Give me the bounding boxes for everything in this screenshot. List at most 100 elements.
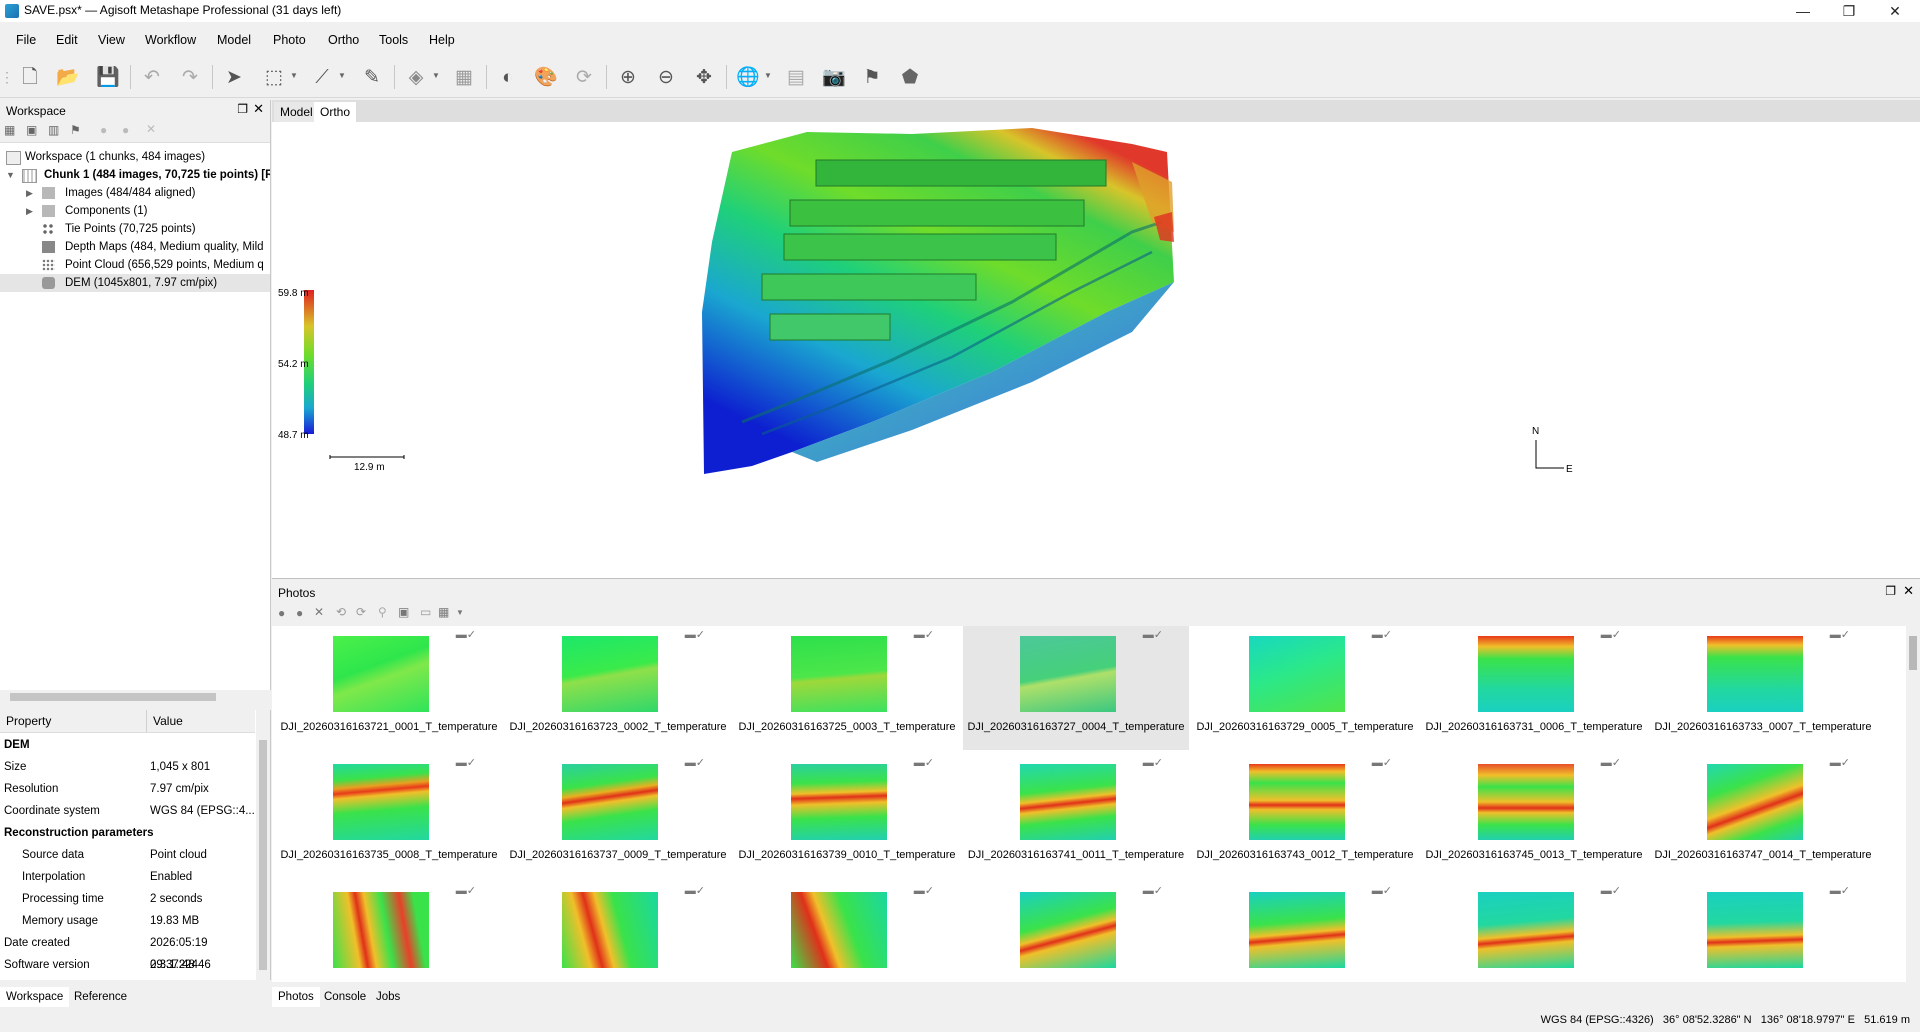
photo-thumbnail[interactable]: ▬✓ [1421, 882, 1647, 982]
menu-edit[interactable]: Edit [56, 33, 78, 47]
menu-tools[interactable]: Tools [379, 33, 408, 47]
add-photos-icon[interactable]: ▣ [26, 123, 37, 137]
view-mode-icon[interactable]: ▦ [438, 605, 449, 619]
tree-item-tie-points[interactable]: Tie Points (70,725 points) [0, 220, 270, 238]
photo-thumbnail[interactable]: ▬✓ [1192, 882, 1418, 982]
photo-thumbnail[interactable]: ▬✓ DJI_20260316163747_0014_T_temperature [1650, 754, 1876, 878]
photo-thumbnail[interactable]: ▬✓ DJI_20260316163741_0011_T_temperature [963, 754, 1189, 878]
value-column-header[interactable]: Value [153, 714, 183, 728]
photo-thumbnail[interactable]: ▬✓ DJI_20260316163737_0009_T_temperature [505, 754, 731, 878]
tab-photos[interactable]: Photos [272, 987, 320, 1007]
tree-item-depth-maps[interactable]: Depth Maps (484, Medium quality, Mild [0, 238, 270, 256]
workspace-horizontal-scrollbar[interactable] [0, 690, 270, 704]
photo-thumbnail[interactable]: ▬✓ [276, 882, 502, 982]
photo-thumbnail[interactable]: ▬✓ DJI_20260316163739_0010_T_temperature [734, 754, 960, 878]
expand-arrow-icon[interactable]: ▶ [26, 202, 33, 220]
filter-icon[interactable]: ⚲ [378, 605, 387, 619]
photo-thumbnail[interactable]: ▬✓ DJI_20260316163723_0002_T_temperature [505, 626, 731, 750]
remove-cameras-icon[interactable]: ✕ [314, 605, 324, 619]
tree-item-dem[interactable]: DEM (1045x801, 7.97 cm/pix) [0, 274, 270, 292]
photo-thumbnail[interactable]: ▬✓ DJI_20260316163733_0007_T_temperature [1650, 626, 1876, 750]
zoom-in-icon[interactable]: ⊕ [616, 65, 640, 89]
layer-dropdown-icon[interactable]: ▼ [432, 71, 440, 80]
flag-icon[interactable]: ⚑ [860, 65, 884, 89]
dem-layer-icon[interactable]: ◈ [404, 65, 428, 89]
undo-icon[interactable]: ↶ [140, 65, 164, 89]
expand-arrow-icon[interactable]: ▶ [26, 184, 33, 202]
photo-thumbnail[interactable]: ▬✓ [505, 882, 731, 982]
orthomosaic-icon[interactable]: ▦ [452, 65, 476, 89]
float-panel-icon[interactable]: ❐ [1885, 584, 1896, 598]
tab-model[interactable]: Model [274, 102, 319, 122]
photo-thumbnail[interactable]: ▬✓ [734, 882, 960, 982]
collapse-arrow-icon[interactable]: ▼ [6, 166, 15, 184]
menu-ortho[interactable]: Ortho [328, 33, 359, 47]
property-column-header[interactable]: Property [6, 714, 51, 728]
photo-thumbnail[interactable]: ▬✓ DJI_20260316163731_0006_T_temperature [1421, 626, 1647, 750]
palette-icon[interactable]: 🎨 [534, 65, 558, 89]
ruler-icon[interactable]: ✎ [360, 65, 384, 89]
photo-thumbnail[interactable]: ▬✓ DJI_20260316163727_0004_T_temperature [963, 626, 1189, 750]
photos-vertical-scrollbar[interactable] [1906, 626, 1920, 982]
tab-console[interactable]: Console [318, 987, 372, 1007]
draw-dropdown-icon[interactable]: ▼ [338, 71, 346, 80]
scrollbar-thumb[interactable] [10, 693, 216, 701]
tree-chunk[interactable]: ▼ Chunk 1 (484 images, 70,725 tie points… [0, 166, 270, 184]
view-mode-dropdown-icon[interactable]: ▼ [456, 608, 464, 617]
rectangle-selection-icon[interactable]: ⬚ [262, 65, 286, 89]
globe-dropdown-icon[interactable]: ▼ [764, 71, 772, 80]
photo-thumbnail[interactable]: ▬✓ DJI_20260316163743_0012_T_temperature [1192, 754, 1418, 878]
refresh-icon[interactable]: ⟳ [572, 65, 596, 89]
enable-icon[interactable]: ● [100, 123, 107, 137]
ortho-viewport[interactable]: Model Ortho 59.8 m 54.2 m 48.7 m 12.9 m … [272, 100, 1920, 579]
tree-item-point-cloud[interactable]: Point Cloud (656,529 points, Medium q [0, 256, 270, 274]
image-overlay-icon[interactable]: ▤ [784, 65, 808, 89]
open-folder-icon[interactable]: 📂 [56, 65, 80, 89]
photo-thumbnail[interactable]: ▬✓ DJI_20260316163725_0003_T_temperature [734, 626, 960, 750]
photo-thumbnail[interactable]: ▬✓ DJI_20260316163745_0013_T_temperature [1421, 754, 1647, 878]
tab-jobs[interactable]: Jobs [370, 987, 406, 1007]
tab-ortho[interactable]: Ortho [314, 102, 357, 122]
scrollbar-thumb[interactable] [259, 740, 267, 970]
menu-file[interactable]: File [16, 33, 36, 47]
remove-icon[interactable]: ✕ [146, 122, 156, 136]
new-document-icon[interactable]: 🗋 [18, 65, 42, 89]
float-panel-icon[interactable]: ❐ [237, 102, 248, 116]
selection-dropdown-icon[interactable]: ▼ [290, 71, 298, 80]
tab-workspace[interactable]: Workspace [0, 987, 70, 1007]
close-panel-icon[interactable]: ✕ [253, 101, 264, 117]
menu-view[interactable]: View [98, 33, 125, 47]
navigation-pointer-icon[interactable]: ➤ [222, 65, 246, 89]
minimize-button[interactable]: — [1780, 0, 1826, 22]
contrast-icon[interactable]: ◐ [496, 65, 520, 89]
globe-icon[interactable]: 🌐 [736, 65, 760, 89]
disable-icon[interactable]: ● [122, 123, 129, 137]
photo-thumbnail[interactable]: ▬✓ DJI_20260316163721_0001_T_temperature [276, 626, 502, 750]
disable-cameras-icon[interactable]: ● [296, 606, 303, 620]
tree-item-images[interactable]: ▶ Images (484/484 aligned) [0, 184, 270, 202]
shape-tool-icon[interactable]: ⬟ [898, 65, 922, 89]
tree-item-components[interactable]: ▶ Components (1) [0, 202, 270, 220]
close-window-button[interactable]: ✕ [1872, 0, 1918, 22]
enable-cameras-icon[interactable]: ● [278, 606, 285, 620]
menu-photo[interactable]: Photo [273, 33, 306, 47]
photo-thumbnail[interactable]: ▬✓ DJI_20260316163729_0005_T_temperature [1192, 626, 1418, 750]
menu-help[interactable]: Help [429, 33, 455, 47]
save-icon[interactable]: 💾 [96, 65, 120, 89]
close-panel-icon[interactable]: ✕ [1903, 583, 1914, 599]
photo-thumbnail[interactable]: ▬✓ DJI_20260316163735_0008_T_temperature [276, 754, 502, 878]
tab-reference[interactable]: Reference [68, 987, 133, 1007]
menu-workflow[interactable]: Workflow [145, 33, 196, 47]
redo-icon[interactable]: ↷ [178, 65, 202, 89]
reset-view-icon[interactable]: ✥ [692, 65, 716, 89]
properties-vertical-scrollbar[interactable] [256, 710, 270, 980]
photo-thumbnail[interactable]: ▬✓ [1650, 882, 1876, 982]
photo-thumbnail[interactable]: ▬✓ [963, 882, 1189, 982]
scrollbar-thumb[interactable] [1909, 636, 1917, 670]
add-marker-icon[interactable]: ⚑ [70, 123, 81, 137]
image-quality-icon[interactable]: ▣ [398, 605, 409, 619]
maximize-button[interactable]: ❐ [1826, 0, 1872, 22]
tree-root[interactable]: Workspace (1 chunks, 484 images) [0, 148, 270, 166]
draw-polyline-icon[interactable]: ⟋ [310, 65, 334, 89]
mask-icon[interactable]: ▭ [420, 605, 431, 619]
